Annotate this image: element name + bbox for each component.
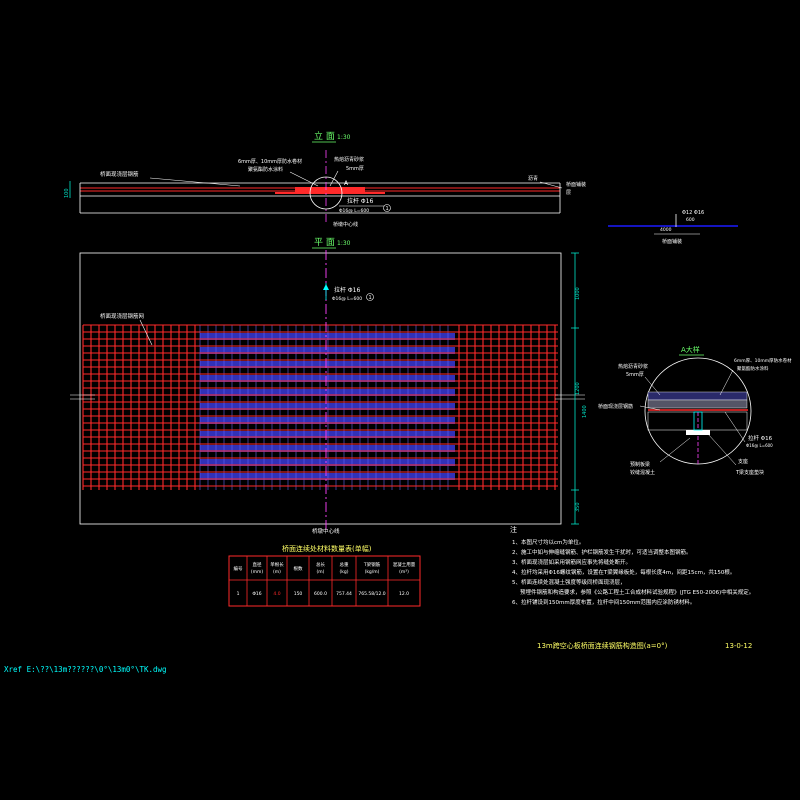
plan-mesh-label: 桥面现浇层钢筋网	[100, 312, 145, 320]
table-cell: 757.44	[336, 591, 352, 597]
note-item-2: 2、施工中如与伸缩缝钢筋、护栏钢筋发生干扰时，可适当调整本图钢筋。	[512, 548, 692, 556]
table-cell: 765.58/12.0	[358, 591, 385, 597]
detail-a-label-3: 桥面现浇层钢筋	[598, 403, 633, 410]
small-detail-label: Φ12 Φ16	[682, 210, 704, 216]
table-cell: Φ16	[252, 591, 261, 597]
plan-title: 平 面	[314, 237, 335, 248]
table-cell: 12.0	[399, 591, 409, 597]
elevation-label-right-2: 层	[566, 190, 571, 196]
table-cell: 4.0	[273, 591, 280, 597]
notes-heading: 注	[510, 525, 517, 534]
note-item-1: 1、本图尺寸均以cm为单位。	[512, 538, 584, 546]
table-cell: 150	[294, 591, 303, 597]
elevation-label-center-right-1: 热熔沥青砂浆	[334, 156, 364, 163]
detail-a-bottom-right-2: T梁支座垫块	[735, 469, 764, 476]
plan-center-label: 桥墩中心线	[312, 527, 340, 535]
detail-a-layer-top	[647, 391, 748, 401]
detail-a-label-1: 热熔沥青砂浆	[618, 363, 648, 370]
elevation-label-right-top: 沥青	[528, 175, 538, 182]
elevation-label-center-right-2: 5mm厚	[346, 166, 364, 172]
drawing-number: 13-0-12	[725, 642, 752, 650]
table-title: 桥面连续处材料数量表(单幅)	[282, 544, 372, 553]
plan-rebar-sub: Φ16@ L=600	[332, 296, 362, 302]
elevation-label-center-top-2: 聚氨酯防水涂料	[248, 166, 283, 173]
elevation-scale: 1:30	[337, 134, 351, 141]
elevation-center-label: 桥墩中心线	[333, 221, 358, 228]
elevation-ref-number: 1	[386, 206, 389, 212]
table-header-cell: 根数	[294, 565, 303, 572]
detail-a-label-2: 5mm厚	[626, 372, 644, 378]
small-detail-note: 桥面铺装	[662, 238, 682, 245]
detail-a-title: A大样	[681, 345, 700, 354]
note-item-4: 4、拉杆均采用Φ16螺纹钢筋，设置在T梁翼缘板处，每根长度4m，间距15cm，共…	[512, 568, 735, 576]
note-item-6: 6、拉杆铺设到150mm厚度布置，拉杆中间150mm范围内应涂防锈材料。	[512, 598, 695, 606]
elevation-dim-left-text: 100	[64, 188, 70, 198]
elevation-joint-bar	[295, 187, 365, 192]
plan-scale: 1:30	[337, 240, 351, 247]
table-cell: 600.0	[314, 591, 327, 597]
plan-dim-3: 1400	[582, 405, 588, 418]
note-item-5: 5、桥面连续处混凝土强度等级同桥面现浇层，	[512, 578, 626, 586]
note-item-3: 3、桥面现浇层如采用钢筋网应事先将缝处断开。	[512, 558, 631, 566]
xref-path: Xref E:\??\13m??????\0°\13m0°\TK.dwg	[4, 665, 167, 674]
plan-rebar-label: 拉杆 Φ16	[334, 286, 360, 294]
detail-a-label-right-1: 6mm厚、10mm厚防水卷材	[734, 357, 792, 364]
plan-dim-1: 1000	[575, 287, 581, 300]
detail-a-rebar-sub: Φ16@ L=600	[746, 443, 773, 448]
plan-dim-2: 1200	[575, 382, 581, 395]
elevation-label-left: 桥面现浇层钢筋	[100, 170, 139, 178]
detail-a-layer-hatch	[647, 399, 748, 409]
elevation-title: 立 面	[314, 130, 335, 142]
table-header-cell: 编号	[234, 565, 243, 572]
elevation-rebar-sub: Φ16@ L=600	[339, 208, 369, 214]
plan-ref-number: 1	[369, 295, 372, 301]
cad-drawing: 立 面 1:30 100 A 桥面现浇层钢筋 6mm厚、10mm厚防水卷材 聚氨…	[0, 0, 800, 800]
elevation-rebar-label: 拉杆 Φ16	[347, 197, 373, 205]
small-detail-sub: 600	[686, 217, 695, 223]
detail-a-bottom-left-2: 铰缝混凝土	[630, 469, 655, 476]
elevation-label-center-top-1: 6mm厚、10mm厚防水卷材	[238, 158, 302, 165]
detail-a-rebar-label: 拉杆 Φ16	[748, 434, 773, 442]
detail-a-bottom-right-1: 支座	[738, 458, 748, 465]
table-cell: 1	[237, 591, 240, 597]
small-detail-dim: 4000	[660, 227, 672, 233]
detail-a-label-right-2: 聚氨酯防水涂料	[737, 365, 769, 372]
elevation-label-right-1: 桥面铺装	[566, 181, 586, 188]
detail-a-bottom-left-1: 预制板梁	[630, 461, 650, 468]
plan-mesh-blue	[199, 324, 455, 490]
plan-dim-4: 350	[575, 502, 581, 512]
note-item-5-cont: 预埋件钢筋和构造要求，参照《公路工程土工合成材料试验规程》(JTG E50-20…	[520, 588, 754, 596]
detail-a-bearing	[686, 430, 710, 435]
drawing-title: 13m跨空心板桥面连续钢筋构造图(a=0°)	[537, 641, 668, 650]
